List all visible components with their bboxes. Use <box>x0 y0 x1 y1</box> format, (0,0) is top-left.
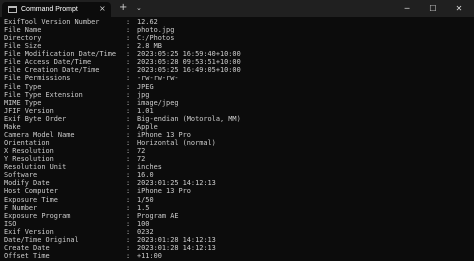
exif-tag-value: 72 <box>137 147 146 156</box>
exif-tag-value: Big-endian (Motorola, MM) <box>137 114 241 123</box>
exif-tag-value: 2023:05:25 16:59:40+10:00 <box>137 50 241 59</box>
exif-tag-value: jpg <box>137 90 150 99</box>
exif-tag-value: image/jpeg <box>137 98 179 107</box>
exif-tag-value: +11:00 <box>137 252 162 261</box>
exif-tag-value: 16.0 <box>137 171 154 180</box>
new-tab-button[interactable]: + <box>119 1 127 15</box>
exif-tag-value: 2023:05:25 16:49:05+10:00 <box>137 66 241 75</box>
exif-tag-value: 2.8 MB <box>137 42 162 51</box>
exif-tag-value: Program AE <box>137 211 179 220</box>
exif-tag-value: inches <box>137 163 162 172</box>
exif-tag-name: Offset Time <box>4 252 50 261</box>
exif-tag-value: Horizontal (normal) <box>137 139 216 148</box>
tab-command-prompt[interactable]: Command Prompt × <box>2 2 111 17</box>
separator: : <box>126 252 131 261</box>
exif-tag-value: 1.01 <box>137 106 154 115</box>
exif-tag-value: iPhone 13 Pro <box>137 130 191 139</box>
maximize-button[interactable]: ☐ <box>420 0 446 17</box>
exif-tag-value: iPhone 13 Pro <box>137 187 191 196</box>
exif-tag-value: 1.5 <box>137 203 150 212</box>
exif-tag-value: 2023:05:28 09:53:51+10:00 <box>137 58 241 67</box>
tab-title: Command Prompt <box>21 6 78 13</box>
exif-tag-value: 100 <box>137 219 150 228</box>
exif-tag-value: -rw-rw-rw- <box>137 74 179 83</box>
exif-tag-value: photo.jpg <box>137 26 175 35</box>
exif-tag-value: 12.62 <box>137 18 158 26</box>
exif-tag-value: 2023:01:28 14:12:13 <box>137 243 216 252</box>
minimize-button[interactable]: ─ <box>394 0 420 17</box>
title-bar: Command Prompt × + ⌄ ─ ☐ ✕ <box>0 0 474 17</box>
exif-tag-value: 72 <box>137 155 146 164</box>
tab-close-icon[interactable]: × <box>99 3 106 15</box>
exif-tag-value: 0232 <box>137 227 154 236</box>
terminal-line: Offset Time: +11:00 <box>4 252 162 261</box>
exif-tag-value: 2023:01:28 14:12:13 <box>137 235 216 244</box>
terminal-output[interactable]: ExifTool Version Number:12.62 File Name: p… <box>0 17 474 261</box>
terminal-icon <box>8 6 17 13</box>
exif-tag-value: 1/50 <box>137 195 154 204</box>
exif-tag-value: JPEG <box>137 82 154 91</box>
exif-tag-value: C:/Photos <box>137 34 175 43</box>
exif-tag-value: 2023:01:25 14:12:13 <box>137 179 216 188</box>
chevron-down-icon[interactable]: ⌄ <box>136 2 142 15</box>
close-button[interactable]: ✕ <box>446 0 472 17</box>
exif-tag-value: Apple <box>137 122 158 131</box>
